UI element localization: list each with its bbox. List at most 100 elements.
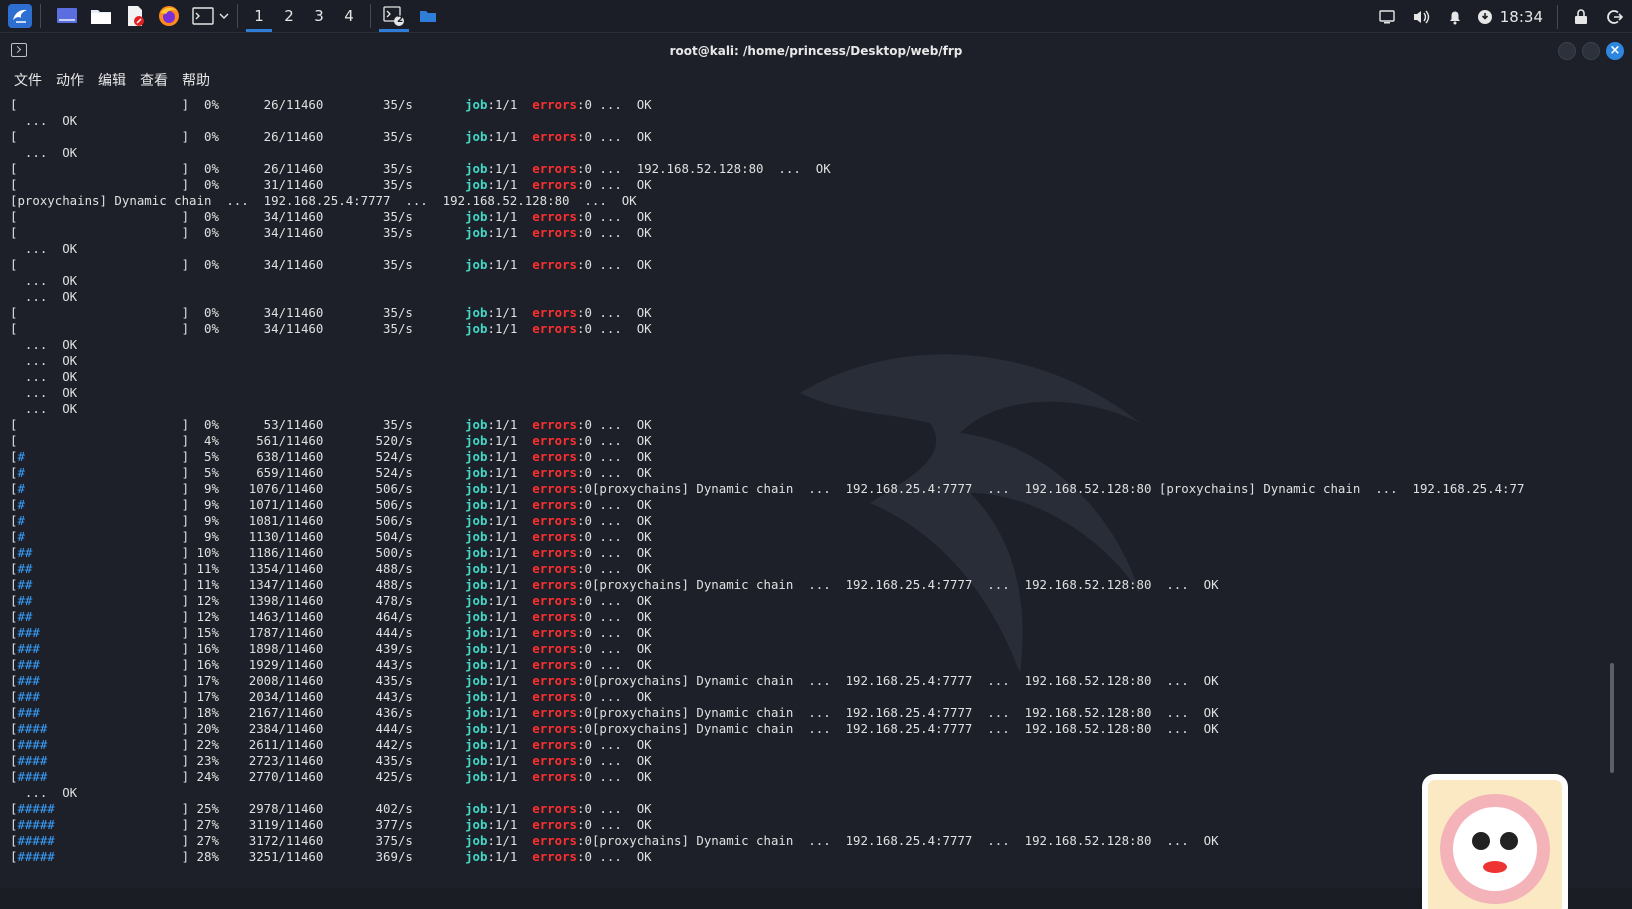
errors-value: :0 [577, 737, 592, 752]
terminal-line: [ ] 0% 26/11460 35/s job:1/1 errors:0 ..… [10, 97, 1618, 113]
job-value: :1/1 [487, 465, 533, 480]
line-tail: ... 192.168.52.128:80 ... OK [591, 161, 831, 176]
line-tail: ... OK [591, 641, 652, 656]
job-value: :1/1 [487, 209, 533, 224]
progress-rate: 435/s [323, 673, 466, 688]
workspace-2[interactable]: 2 [274, 0, 304, 32]
line-tail: ... OK [591, 753, 652, 768]
update-icon[interactable] [1472, 0, 1498, 33]
volume-icon[interactable] [1404, 0, 1438, 33]
progress-count: 34/11460 [218, 321, 324, 336]
job-value: :1/1 [487, 753, 533, 768]
close-button[interactable]: × [1606, 42, 1624, 60]
job-label: job [465, 209, 488, 224]
job-label: job [465, 641, 488, 656]
display-icon[interactable] [1370, 0, 1404, 33]
line-tail: ... OK [591, 561, 652, 576]
workspace-1[interactable]: 1 [244, 0, 274, 32]
progress-percent: 11% [189, 561, 219, 576]
progress-bar-hashes: ##### [17, 833, 182, 848]
bracket-close: ] [181, 129, 190, 144]
bracket-close: ] [181, 529, 190, 544]
terminal-line: [# ] 9% 1081/11460 506/s job:1/1 errors:… [10, 513, 1618, 529]
line-tail: ... OK [591, 449, 652, 464]
window-titlebar[interactable]: root@kali: /home/princess/Desktop/web/fr… [0, 34, 1632, 68]
progress-count: 2978/11460 [218, 801, 324, 816]
close-icon: × [1609, 43, 1621, 58]
job-label: job [465, 257, 488, 272]
taskbar-files-button[interactable] [411, 0, 445, 32]
workspace-4[interactable]: 4 [334, 0, 364, 32]
folder-icon [420, 11, 436, 22]
errors-value: :0 [577, 545, 592, 560]
errors-value: :0 [577, 449, 592, 464]
menu-file[interactable]: 文件 [14, 70, 42, 90]
progress-count: 2034/11460 [218, 689, 324, 704]
terminal-window: root@kali: /home/princess/Desktop/web/fr… [0, 34, 1632, 909]
taskbar-terminal-button[interactable]: 2 [377, 0, 411, 32]
progress-percent: 0% [189, 161, 219, 176]
errors-value: :0 [577, 849, 592, 864]
progress-bar-hashes [17, 225, 181, 240]
progress-bar-hashes: ### [17, 625, 182, 640]
maximize-button[interactable] [1582, 42, 1600, 60]
bracket-close: ] [181, 209, 190, 224]
progress-count: 1929/11460 [218, 657, 324, 672]
terminal-scrollbar[interactable] [1610, 663, 1614, 773]
progress-count: 34/11460 [218, 257, 324, 272]
errors-value: :0 [577, 577, 592, 592]
job-label: job [465, 225, 488, 240]
line-tail: ... OK [591, 177, 652, 192]
terminal-line: ... OK [10, 353, 1618, 369]
terminal-line: [### ] 17% 2008/11460 435/s job:1/1 erro… [10, 673, 1618, 689]
kali-dragon-icon[interactable] [6, 2, 34, 30]
bracket-close: ] [181, 433, 190, 448]
progress-percent: 16% [189, 657, 219, 672]
minimize-button[interactable] [1558, 42, 1576, 60]
progress-bar-hashes [17, 177, 181, 192]
progress-count: 2384/11460 [218, 721, 324, 736]
errors-label: errors [532, 689, 578, 704]
terminal-output[interactable]: [ ] 0% 26/11460 35/s job:1/1 errors:0 ..… [0, 93, 1618, 888]
menu-help[interactable]: 帮助 [182, 70, 210, 90]
progress-rate: 35/s [323, 417, 466, 432]
progress-percent: 18% [189, 705, 219, 720]
line-tail: ... OK [591, 657, 652, 672]
errors-value: :0 [577, 417, 592, 432]
errors-value: :0 [577, 513, 592, 528]
line-tail: ... OK [591, 801, 652, 816]
show-desktop-icon[interactable] [53, 2, 81, 30]
clock[interactable]: 18:34 [1500, 8, 1543, 26]
errors-label: errors [532, 481, 578, 496]
job-value: :1/1 [487, 305, 533, 320]
top-panel: 1 2 3 4 2 18:34 [0, 0, 1632, 33]
workspace-3[interactable]: 3 [304, 0, 334, 32]
job-value: :1/1 [487, 849, 533, 864]
progress-percent: 4% [189, 433, 219, 448]
ok-text: ... OK [10, 337, 78, 352]
terminal-line: [### ] 16% 1898/11460 439/s job:1/1 erro… [10, 641, 1618, 657]
text-editor-icon[interactable] [121, 2, 149, 30]
progress-percent: 17% [189, 673, 219, 688]
progress-percent: 27% [189, 833, 219, 848]
terminal-launcher-icon[interactable] [189, 2, 217, 30]
firefox-icon[interactable] [155, 2, 183, 30]
terminal-line: [ ] 0% 31/11460 35/s job:1/1 errors:0 ..… [10, 177, 1618, 193]
menu-view[interactable]: 查看 [140, 70, 168, 90]
bracket-close: ] [181, 673, 190, 688]
lock-icon[interactable] [1564, 0, 1598, 33]
job-value: :1/1 [487, 513, 533, 528]
job-label: job [465, 417, 488, 432]
logout-icon[interactable] [1598, 0, 1632, 33]
file-manager-icon[interactable] [87, 2, 115, 30]
bracket-close: ] [181, 257, 190, 272]
menu-edit[interactable]: 编辑 [98, 70, 126, 90]
chevron-down-icon[interactable] [217, 2, 231, 30]
progress-bar-hashes [17, 433, 181, 448]
menu-actions[interactable]: 动作 [56, 70, 84, 90]
notification-bell-icon[interactable] [1438, 0, 1472, 33]
progress-percent: 9% [189, 497, 219, 512]
job-value: :1/1 [487, 321, 533, 336]
line-tail: ... OK [591, 769, 652, 784]
line-tail: ... OK [591, 305, 652, 320]
